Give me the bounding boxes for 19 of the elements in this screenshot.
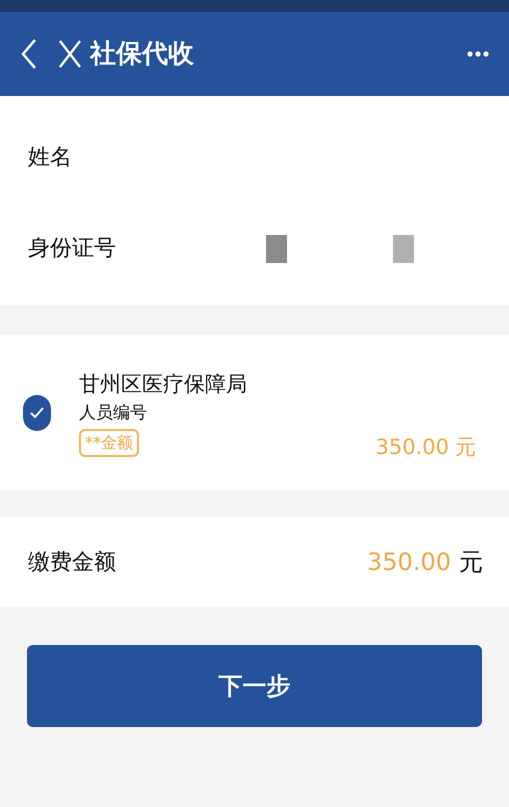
page-title: 社保代收: [90, 38, 194, 70]
back-button[interactable]: [20, 38, 38, 70]
more-button[interactable]: [467, 51, 489, 57]
redaction-block: [393, 234, 414, 262]
organization-name: 甘州区医疗保障局: [79, 370, 247, 398]
person-id-label: 人员编号: [79, 402, 148, 424]
close-button[interactable]: [58, 39, 82, 69]
total-amount: 350.00: [367, 547, 451, 578]
amount-tag: **金额: [79, 428, 139, 456]
item-checkbox[interactable]: [23, 394, 51, 430]
field-label: 姓名: [28, 144, 72, 172]
next-step-button[interactable]: 下一步: [27, 645, 482, 727]
currency-unit: 元: [459, 547, 483, 578]
item-amount: 350.00: [376, 434, 449, 461]
currency-unit: 元: [455, 434, 476, 461]
check-icon: [30, 406, 44, 418]
redaction-block: [266, 234, 287, 262]
total-label: 缴费金额: [28, 548, 116, 576]
field-label: 身份证号: [28, 235, 116, 263]
